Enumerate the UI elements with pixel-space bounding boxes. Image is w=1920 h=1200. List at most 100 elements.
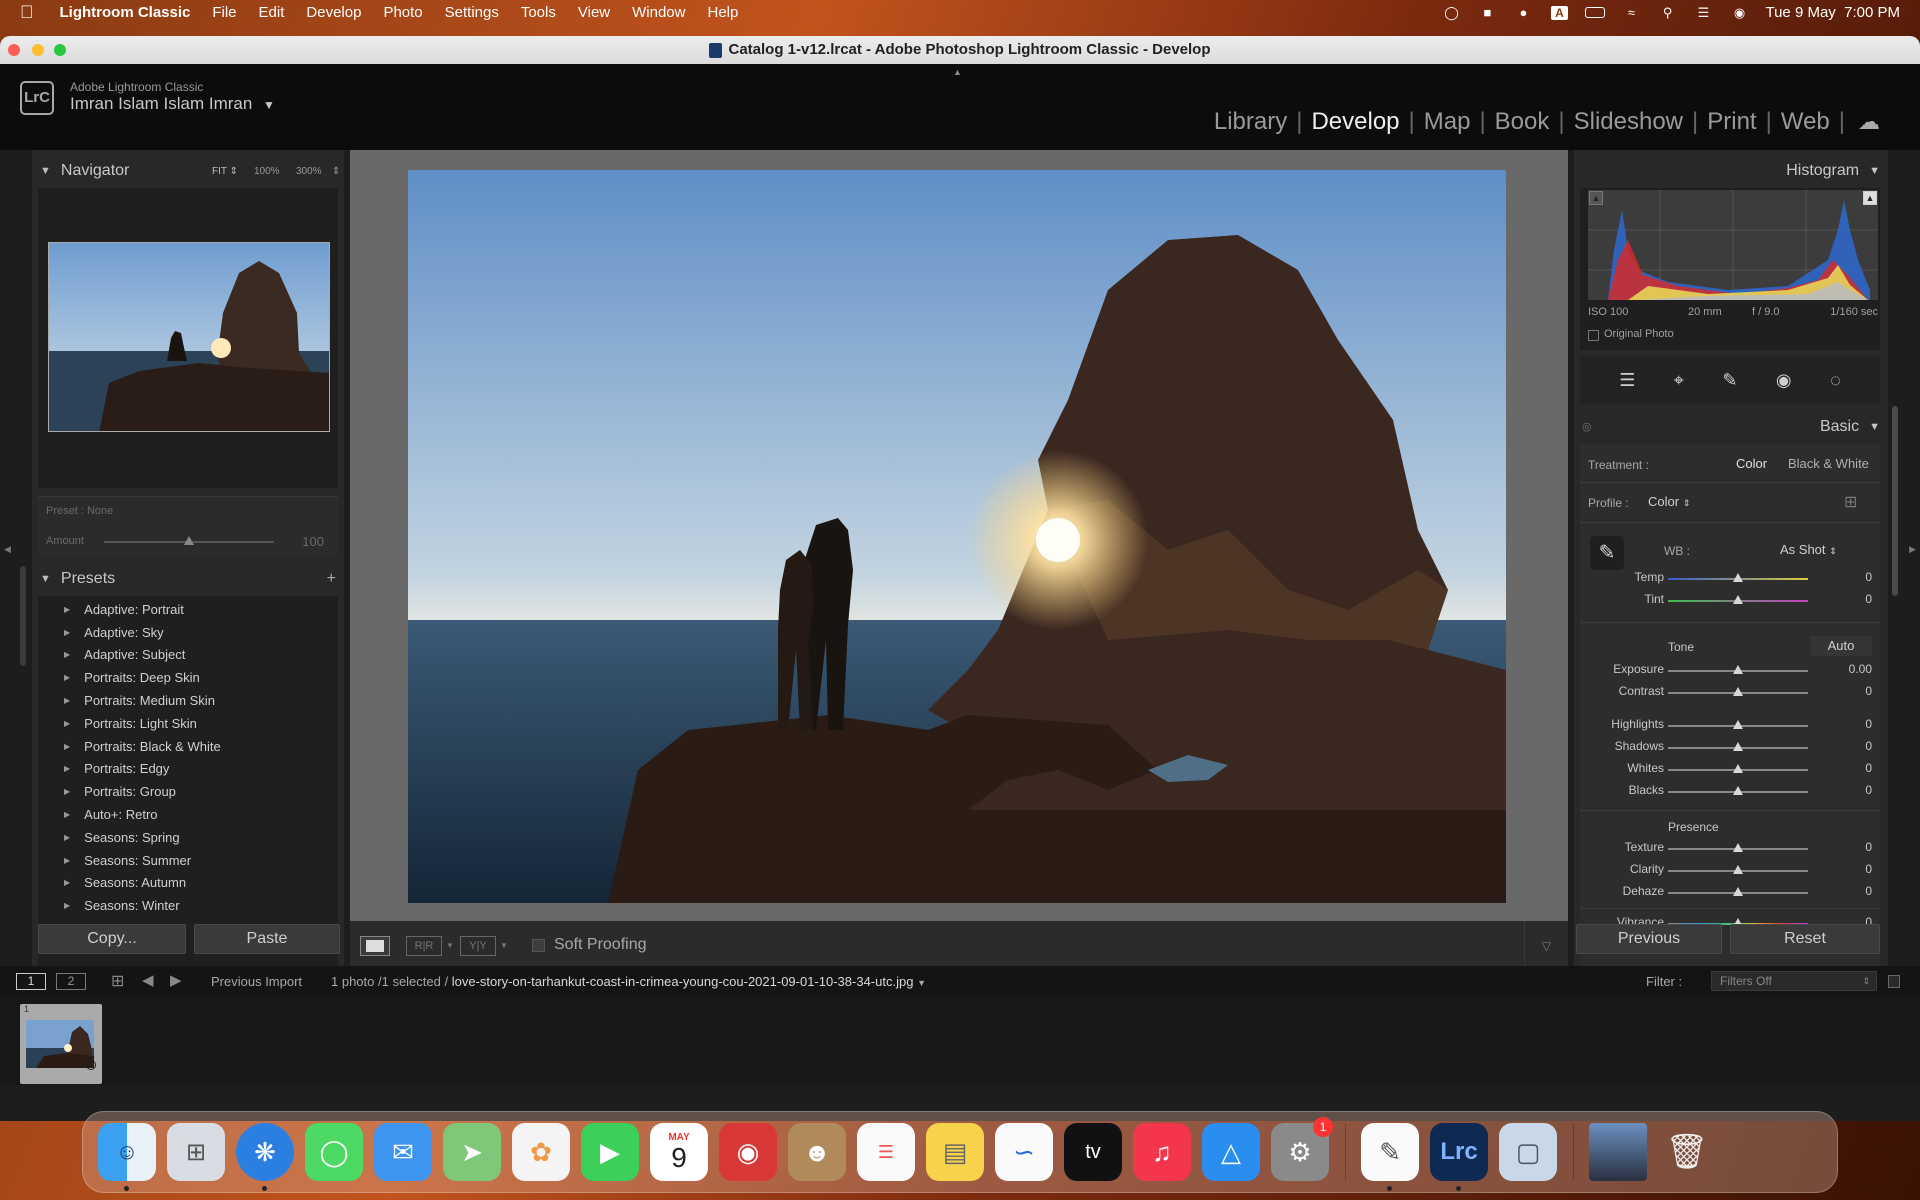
treatment-color-option[interactable]: Color bbox=[1736, 456, 1767, 471]
dehaze-slider[interactable]: Dehaze 0 bbox=[1580, 884, 1894, 902]
image-display-area[interactable]: R|R ▼ Y|Y ▼ Soft Proofing ▽ bbox=[350, 150, 1568, 971]
creative-cloud-icon[interactable]: ◯ bbox=[1441, 5, 1461, 20]
slider-knob[interactable] bbox=[1733, 843, 1743, 852]
filmstrip-thumbnail[interactable]: 1 bbox=[20, 1004, 102, 1084]
module-library[interactable]: Library bbox=[1214, 108, 1287, 136]
clock[interactable]: Tue 9 May 7:00 PM bbox=[1765, 4, 1900, 21]
grid-view-icon[interactable]: ⊞ bbox=[111, 971, 124, 991]
soft-proofing-checkbox[interactable] bbox=[532, 939, 545, 952]
slider-value[interactable]: 0 bbox=[1822, 592, 1872, 606]
highlight-clipping-icon[interactable]: ▲ bbox=[1863, 191, 1877, 205]
slider-value[interactable]: 0 bbox=[1822, 739, 1872, 753]
slider-value[interactable]: 0.00 bbox=[1822, 662, 1872, 676]
loupe-view-icon[interactable] bbox=[360, 936, 390, 956]
before-after-view-icon[interactable]: R|R bbox=[406, 936, 442, 956]
slider-value[interactable]: 0 bbox=[1822, 783, 1872, 797]
preset-item[interactable]: ▶ Adaptive: Sky bbox=[38, 621, 338, 644]
wifi-icon[interactable]: ≈ bbox=[1621, 5, 1641, 20]
slider-value[interactable]: 0 bbox=[1822, 840, 1872, 854]
module-print[interactable]: Print bbox=[1707, 108, 1756, 136]
back-arrow-icon[interactable]: ◀ bbox=[142, 971, 154, 989]
treatment-bw-option[interactable]: Black & White bbox=[1788, 456, 1869, 471]
module-slideshow[interactable]: Slideshow bbox=[1574, 108, 1683, 136]
preset-item[interactable]: ▶ Adaptive: Portrait bbox=[38, 598, 338, 621]
forward-arrow-icon[interactable]: ▶ bbox=[170, 971, 182, 989]
menu-view[interactable]: View bbox=[578, 4, 610, 21]
filter-dropdown[interactable]: Filters Off ⇕ bbox=[1711, 971, 1877, 991]
user-icon[interactable]: ● bbox=[1513, 5, 1533, 20]
minimize-button[interactable] bbox=[32, 44, 44, 56]
profile-dropdown[interactable]: Color ⇕ bbox=[1648, 494, 1690, 509]
slider-knob[interactable] bbox=[1733, 764, 1743, 773]
collapse-right-arrow-icon[interactable]: ▶ bbox=[1909, 544, 1916, 555]
wb-eyedropper-icon[interactable]: ✎ bbox=[1590, 536, 1624, 570]
clarity-slider[interactable]: Clarity 0 bbox=[1580, 862, 1894, 880]
input-source-icon[interactable]: A bbox=[1549, 5, 1569, 20]
slider-knob[interactable] bbox=[1733, 742, 1743, 751]
slider-knob[interactable] bbox=[1733, 887, 1743, 896]
module-develop[interactable]: Develop bbox=[1311, 108, 1399, 136]
blacks-slider[interactable]: Blacks 0 bbox=[1580, 783, 1894, 801]
menu-edit[interactable]: Edit bbox=[259, 4, 285, 21]
preset-item[interactable]: ▶ Seasons: Summer bbox=[38, 849, 338, 872]
dock-launchpad-icon[interactable]: ⊞ bbox=[167, 1123, 225, 1181]
copy-settings-button[interactable]: Copy... bbox=[38, 924, 186, 954]
filename[interactable]: love-story-on-tarhankut-coast-in-crimea-… bbox=[452, 974, 914, 989]
profile-browser-grid-icon[interactable]: ⊞ bbox=[1844, 494, 1866, 512]
original-photo-checkbox[interactable] bbox=[1588, 330, 1599, 341]
main-photo[interactable] bbox=[408, 170, 1506, 903]
module-map[interactable]: Map bbox=[1424, 108, 1471, 136]
highlights-slider[interactable]: Highlights 0 bbox=[1580, 717, 1894, 735]
dock-photos-icon[interactable]: ✿ bbox=[512, 1123, 570, 1181]
dock-music-icon[interactable]: ♫ bbox=[1133, 1123, 1191, 1181]
slider-knob[interactable] bbox=[1733, 573, 1743, 582]
healing-brush-icon[interactable]: ✎ bbox=[1722, 370, 1737, 391]
preset-item[interactable]: ▶ Portraits: Deep Skin bbox=[38, 666, 338, 689]
slider-value[interactable]: 0 bbox=[1822, 570, 1872, 584]
before-after-swap-icon[interactable]: Y|Y bbox=[460, 936, 496, 956]
menu-file[interactable]: File bbox=[212, 4, 236, 21]
zoom-100[interactable]: 100% bbox=[254, 166, 280, 177]
shadows-slider[interactable]: Shadows 0 bbox=[1580, 739, 1894, 757]
slider-value[interactable]: 0 bbox=[1822, 884, 1872, 898]
contrast-slider[interactable]: Contrast 0 bbox=[1580, 684, 1894, 702]
dock-maps-icon[interactable]: ➤ bbox=[443, 1123, 501, 1181]
control-center-icon[interactable]: ☰ bbox=[1693, 5, 1713, 20]
dock-photo-booth-icon[interactable]: ◉ bbox=[719, 1123, 777, 1181]
histogram-header[interactable]: Histogram ▼ bbox=[1786, 156, 1880, 186]
collapse-left-arrow-icon[interactable]: ◀ bbox=[4, 544, 11, 555]
dock-mail-icon[interactable]: ✉ bbox=[374, 1123, 432, 1181]
dock-lightroom-classic-icon[interactable]: Lrc bbox=[1430, 1123, 1488, 1191]
histogram-graph[interactable]: ▲ ▲ bbox=[1588, 190, 1878, 300]
amount-slider-knob[interactable] bbox=[184, 536, 194, 545]
texture-slider[interactable]: Texture 0 bbox=[1580, 840, 1894, 858]
swap-dropdown-icon[interactable]: ▼ bbox=[500, 941, 508, 950]
dock-image-thumbnail-icon[interactable] bbox=[1589, 1123, 1647, 1181]
auto-tone-button[interactable]: Auto bbox=[1810, 636, 1872, 656]
edit-sliders-icon[interactable]: ☰ bbox=[1619, 370, 1635, 391]
preset-item[interactable]: ▶ Portraits: Light Skin bbox=[38, 712, 338, 735]
dock-contacts-icon[interactable]: ☻ bbox=[788, 1123, 846, 1181]
cloud-icon[interactable]: ☁ bbox=[1858, 109, 1880, 135]
right-scrollbar[interactable] bbox=[1892, 406, 1898, 596]
dock-freeform-icon[interactable]: ∽ bbox=[995, 1123, 1053, 1181]
menu-help[interactable]: Help bbox=[707, 4, 738, 21]
preset-item[interactable]: ▶ Portraits: Group bbox=[38, 780, 338, 803]
search-icon[interactable]: ⚲ bbox=[1657, 5, 1677, 20]
chevron-down-icon[interactable]: ▼ bbox=[917, 978, 926, 988]
crop-icon[interactable]: ⌖ bbox=[1674, 370, 1684, 391]
preset-item[interactable]: ▶ Seasons: Autumn bbox=[38, 872, 338, 895]
exposure-slider[interactable]: Exposure 0.00 bbox=[1580, 662, 1894, 680]
slider-knob[interactable] bbox=[1733, 665, 1743, 674]
left-scrollbar[interactable] bbox=[20, 566, 26, 666]
collapse-top-arrow-icon[interactable]: ▲ bbox=[953, 67, 962, 77]
presets-header[interactable]: ▼ Presets + bbox=[32, 564, 344, 594]
navigator-thumbnail[interactable] bbox=[48, 242, 330, 432]
red-eye-icon[interactable]: ◉ bbox=[1776, 370, 1792, 391]
dock-messages-icon[interactable]: ◯ bbox=[305, 1123, 363, 1181]
before-after-dropdown-icon[interactable]: ▼ bbox=[446, 941, 454, 950]
slider-knob[interactable] bbox=[1733, 595, 1743, 604]
filter-lock-icon[interactable] bbox=[1888, 975, 1900, 988]
module-web[interactable]: Web bbox=[1781, 108, 1830, 136]
preset-item[interactable]: ▶ Portraits: Edgy bbox=[38, 758, 338, 781]
